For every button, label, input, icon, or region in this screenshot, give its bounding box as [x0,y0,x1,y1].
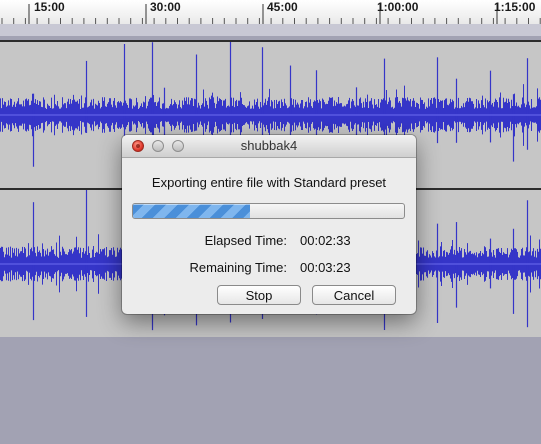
cancel-button[interactable]: Cancel [312,285,396,305]
tick-label-45m: 45:00 [267,0,298,14]
tick-label-15m: 15:00 [34,0,65,14]
tick-label-60m: 1:00:00 [377,0,419,14]
export-progress-bar [132,203,405,219]
tick-label-30m: 30:00 [150,0,181,14]
dialog-titlebar[interactable]: shubbak4 [122,135,416,158]
tick-label-75m: 1:15:00 [494,0,536,14]
export-message: Exporting entire file with Standard pres… [151,175,387,190]
timeline-ruler[interactable]: 15:00 30:00 45:00 1:00:00 1:15:00 [0,0,541,25]
remaining-time-value: 00:03:23 [300,260,351,275]
dialog-title: shubbak4 [240,138,298,153]
progress-fill [133,204,250,218]
stop-button[interactable]: Stop [217,285,301,305]
export-progress-dialog: shubbak4 Exporting entire file with Stan… [122,135,416,314]
elapsed-time-label: Elapsed Time: [204,233,287,248]
elapsed-time-value: 00:02:33 [300,233,351,248]
empty-track-area[interactable] [0,337,541,444]
track-gap [0,24,541,36]
remaining-time-label: Remaining Time: [189,260,287,275]
